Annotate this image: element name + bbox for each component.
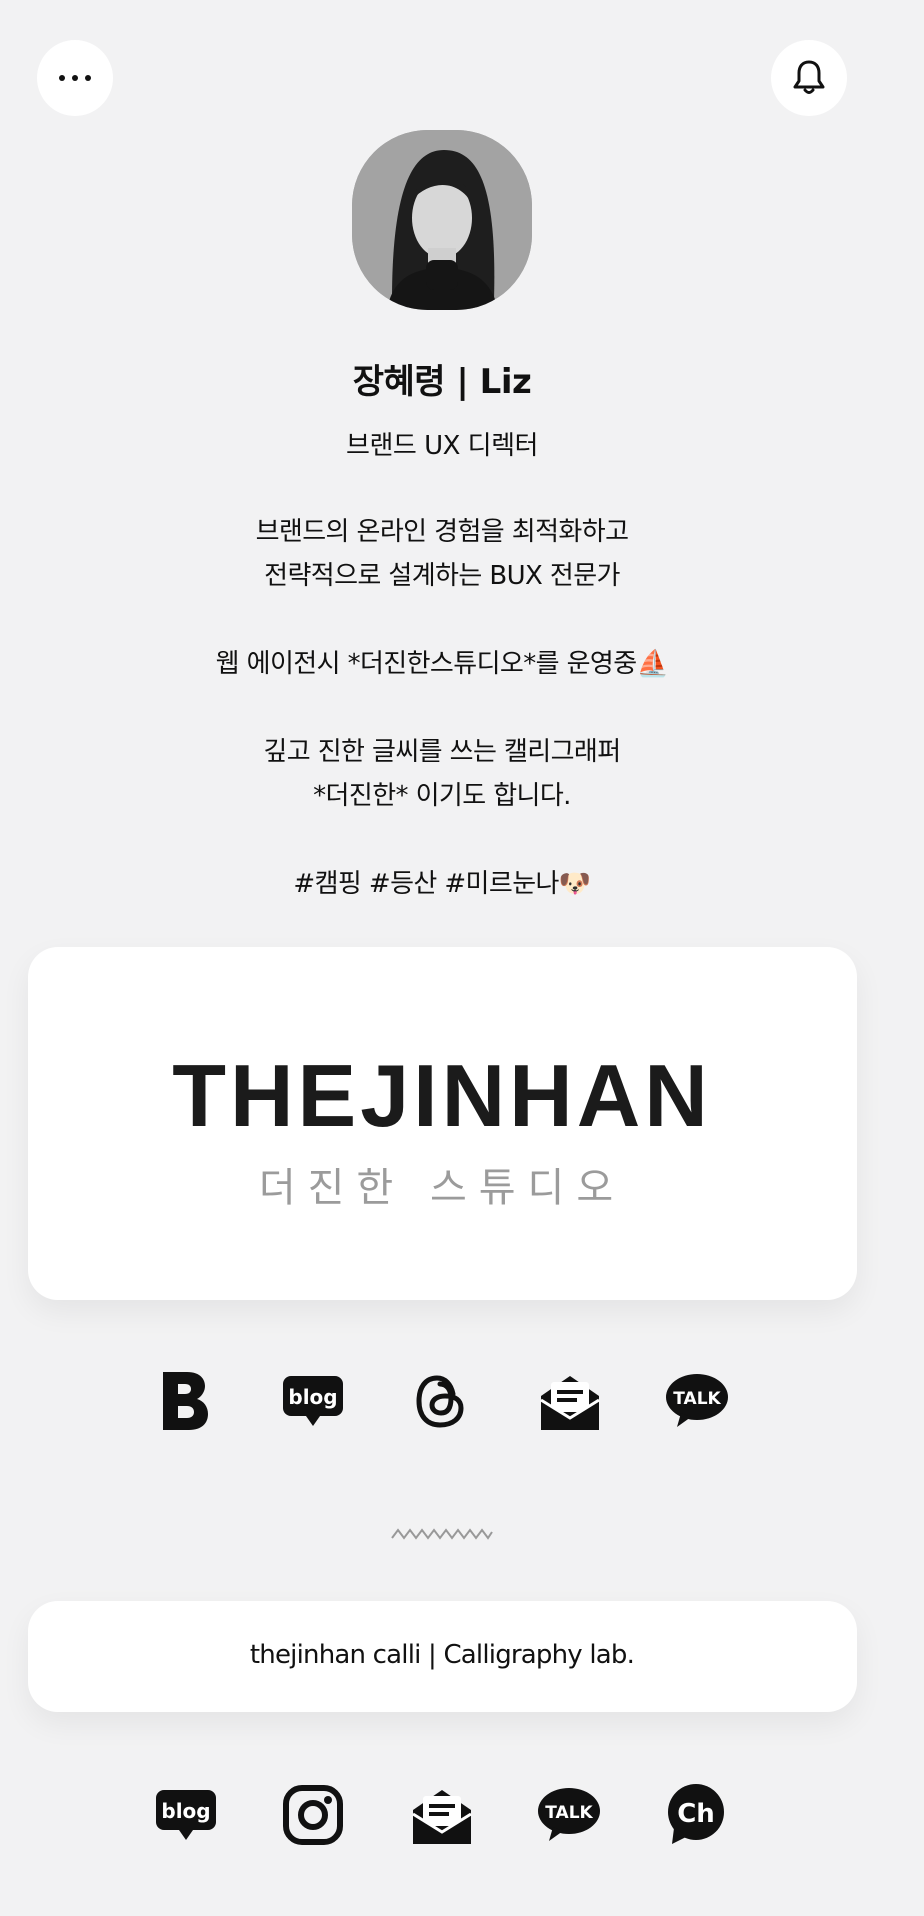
newsletter-icon bbox=[540, 1376, 600, 1430]
brunch-icon bbox=[163, 1372, 208, 1430]
calligraphy-lab-link-text: thejinhan calli | Calligraphy lab. bbox=[249, 1640, 635, 1670]
naver-blog-link[interactable]: blog bbox=[153, 1780, 219, 1850]
svg-text:TALK: TALK bbox=[673, 1389, 721, 1409]
newsletter-link[interactable] bbox=[409, 1780, 475, 1850]
kakao-channel-link[interactable]: Ch bbox=[663, 1780, 729, 1850]
more-horizontal-icon bbox=[59, 75, 91, 81]
bell-icon bbox=[793, 60, 825, 94]
instagram-icon bbox=[283, 1785, 343, 1845]
kakaotalk-link[interactable]: TALK bbox=[664, 1366, 730, 1436]
naver-blog-icon: blog bbox=[283, 1376, 343, 1426]
svg-text:blog: blog bbox=[161, 1799, 210, 1823]
brunch-link[interactable] bbox=[155, 1366, 215, 1436]
svg-text:TALK: TALK bbox=[545, 1803, 593, 1823]
calligraphy-social-row: blog TALK Ch bbox=[0, 1780, 884, 1850]
instagram-link[interactable] bbox=[280, 1780, 346, 1850]
thejinhan-logo: THEJINHAN bbox=[172, 1046, 712, 1145]
kakaotalk-icon: TALK bbox=[666, 1374, 728, 1427]
kakaotalk-link[interactable]: TALK bbox=[536, 1780, 602, 1850]
kakaotalk-icon: TALK bbox=[538, 1788, 600, 1841]
notification-button[interactable] bbox=[771, 40, 847, 116]
bio-line: 깊고 진한 글씨를 쓰는 캘리그래퍼 bbox=[263, 737, 621, 767]
bio-line: 웹 에이전시 *더진한스튜디오*를 운영중⛵ bbox=[215, 649, 669, 679]
kakao-channel-icon: Ch bbox=[668, 1784, 724, 1844]
studio-subtitle: 더진한 스튜디오 bbox=[258, 1165, 626, 1211]
more-menu-button[interactable] bbox=[37, 40, 113, 116]
profile-role: 브랜드 UX 디렉터 bbox=[346, 431, 538, 461]
naver-blog-icon: blog bbox=[156, 1790, 216, 1840]
zigzag-divider bbox=[391, 1528, 493, 1540]
newsletter-icon bbox=[412, 1790, 472, 1844]
newsletter-link[interactable] bbox=[537, 1366, 603, 1436]
bio-hashtags: #캠핑 #등산 #미르눈나🐶 bbox=[293, 869, 591, 899]
svg-text:blog: blog bbox=[288, 1385, 337, 1409]
threads-icon bbox=[416, 1375, 464, 1428]
profile-name: 장혜령 | Liz bbox=[352, 362, 532, 402]
social-links-row: blog TALK bbox=[0, 1366, 884, 1436]
threads-link[interactable] bbox=[410, 1366, 470, 1436]
svg-text:Ch: Ch bbox=[677, 1799, 715, 1829]
bio-line: *더진한* 이기도 합니다. bbox=[313, 781, 571, 811]
naver-blog-link[interactable]: blog bbox=[280, 1366, 346, 1436]
avatar bbox=[352, 130, 532, 310]
bio-line: 전략적으로 설계하는 BUX 전문가 bbox=[264, 561, 620, 591]
bio-line: 브랜드의 온라인 경험을 최적화하고 bbox=[255, 517, 629, 547]
